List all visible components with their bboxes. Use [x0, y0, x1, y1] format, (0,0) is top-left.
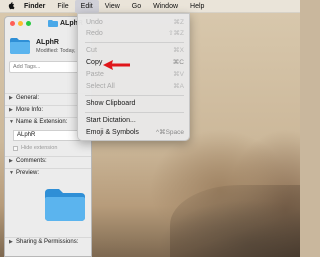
menu-window[interactable]: Window — [147, 0, 184, 13]
checkbox-icon — [13, 145, 18, 151]
menu-item-cut[interactable]: Cut ⌘X — [78, 45, 191, 56]
section-more-info[interactable]: ▶ More Info: — [9, 107, 43, 113]
menu-view[interactable]: View — [99, 0, 126, 13]
menu-item-shortcut: ⌘C — [172, 59, 184, 66]
checkbox-label: Hide extension — [21, 145, 58, 151]
menu-item-select-all[interactable]: Select All ⌘A — [78, 81, 191, 92]
section-label: Sharing & Permissions: — [16, 239, 79, 245]
chevron-right-icon: ▶ — [9, 95, 13, 101]
modified-date: Modified: Today, — [36, 48, 76, 54]
folder-preview-icon — [45, 189, 85, 221]
menu-item-shortcut: ⌘A — [173, 83, 184, 90]
menu-edit[interactable]: Edit — [74, 0, 99, 13]
divider — [5, 168, 91, 169]
close-button[interactable] — [10, 21, 15, 26]
menu-item-label: Undo — [86, 19, 103, 26]
chevron-down-icon: ▼ — [9, 119, 14, 125]
folder-icon — [48, 20, 58, 27]
menu-separator — [85, 95, 184, 96]
menu-go[interactable]: Go — [126, 0, 147, 13]
divider — [5, 237, 91, 238]
menu-item-start-dictation[interactable]: Start Dictation... — [78, 115, 191, 126]
section-label: General: — [16, 95, 40, 101]
section-label: Preview: — [16, 170, 40, 176]
hide-extension-checkbox[interactable]: Hide extension — [13, 145, 57, 151]
menu-item-label: Cut — [86, 47, 97, 54]
menu-item-label: Emoji & Symbols — [86, 129, 139, 136]
file-name: ALphR — [36, 39, 59, 46]
menu-item-label: Start Dictation... — [86, 117, 136, 124]
menu-item-emoji-symbols[interactable]: Emoji & Symbols ^⌘Space — [78, 127, 191, 138]
menu-item-label: Select All — [86, 83, 115, 90]
menu-item-label: Show Clipboard — [86, 100, 136, 107]
menu-item-shortcut: ⌘V — [173, 71, 184, 78]
menu-separator — [85, 42, 184, 43]
section-label: More Info: — [16, 107, 44, 113]
menu-item-label: Copy — [86, 59, 103, 66]
divider — [5, 156, 91, 157]
minimize-button[interactable] — [18, 21, 23, 26]
menu-bar: Finder File Edit View Go Window Help — [0, 0, 300, 13]
menu-separator — [85, 112, 184, 113]
menu-item-undo[interactable]: Undo ⌘Z — [78, 17, 191, 28]
section-label: Comments: — [16, 158, 47, 164]
red-arrow-icon — [103, 60, 130, 70]
menu-item-paste[interactable]: Paste ⌘V — [78, 69, 191, 80]
menu-finder[interactable]: Finder — [18, 0, 51, 13]
menu-item-shortcut: ⌘X — [173, 47, 184, 54]
menu-item-label: Redo — [86, 30, 103, 37]
menu-item-redo[interactable]: Redo ⇧⌘Z — [78, 28, 191, 39]
menu-item-shortcut: ^⌘Space — [156, 129, 184, 136]
section-name-extension[interactable]: ▼ Name & Extension: — [9, 119, 67, 125]
chevron-right-icon: ▶ — [9, 239, 13, 245]
edit-menu-dropdown: Undo ⌘Z Redo ⇧⌘Z Cut ⌘X Copy ⌘C Paste ⌘V… — [77, 13, 190, 141]
desktop-hill — [170, 185, 300, 257]
apple-icon[interactable] — [4, 0, 18, 13]
menu-item-shortcut: ⌘Z — [173, 19, 184, 26]
menu-item-shortcut: ⇧⌘Z — [168, 30, 184, 37]
section-comments[interactable]: ▶ Comments: — [9, 158, 47, 164]
section-label: Name & Extension: — [16, 119, 68, 125]
menu-help[interactable]: Help — [184, 0, 210, 13]
folder-icon — [10, 38, 30, 54]
menu-item-show-clipboard[interactable]: Show Clipboard — [78, 98, 191, 109]
zoom-button[interactable] — [26, 21, 31, 26]
section-general[interactable]: ▶ General: — [9, 95, 39, 101]
chevron-down-icon: ▼ — [9, 170, 14, 176]
menu-item-copy[interactable]: Copy ⌘C — [78, 57, 191, 68]
section-sharing[interactable]: ▶ Sharing & Permissions: — [9, 239, 78, 245]
menu-file[interactable]: File — [51, 0, 74, 13]
chevron-right-icon: ▶ — [9, 158, 13, 164]
chevron-right-icon: ▶ — [9, 107, 13, 113]
section-preview[interactable]: ▼ Preview: — [9, 170, 39, 176]
